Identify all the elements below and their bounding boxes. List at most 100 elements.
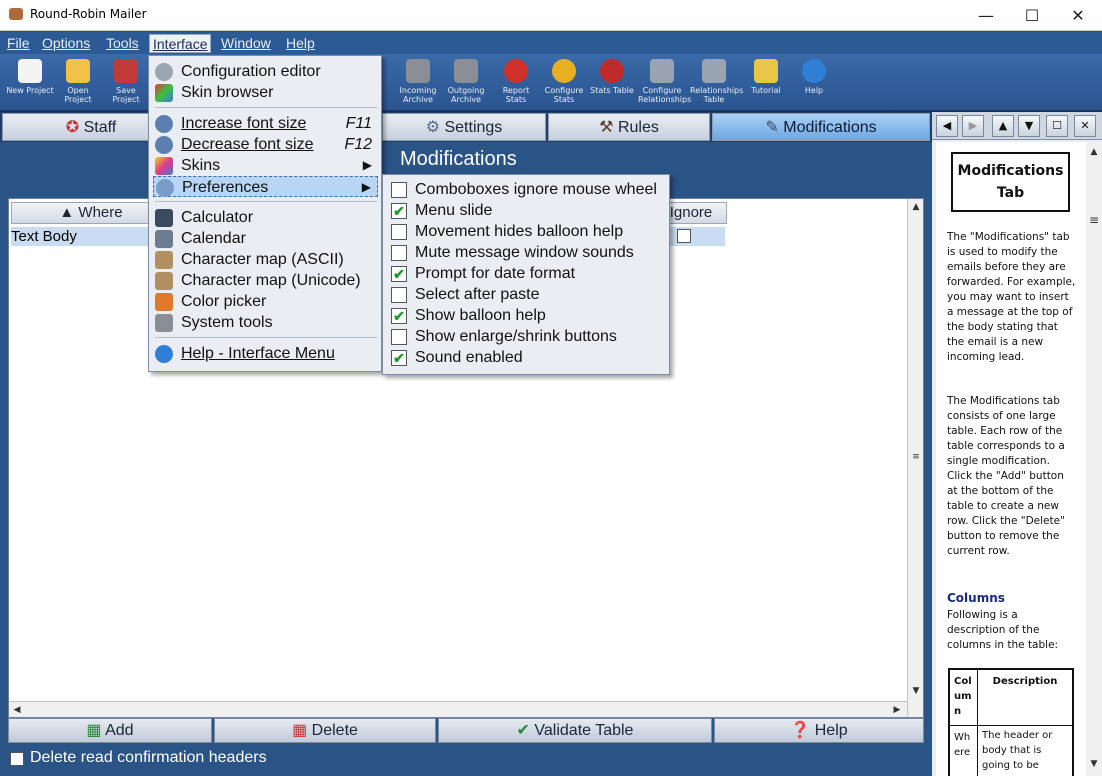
vertical-scrollbar[interactable]: ▲ ≡ ▼	[907, 199, 923, 717]
menu-item-color-picker[interactable]: Color picker	[153, 291, 378, 312]
pref-show-enlarge-shrink-buttons[interactable]: Show enlarge/shrink buttons	[389, 326, 667, 347]
new-project-button[interactable]: New Project	[6, 58, 54, 110]
checkbox[interactable]	[391, 224, 407, 240]
report-stats-button[interactable]: Report Stats	[492, 58, 540, 110]
scroll-left-icon[interactable]: ◀	[9, 702, 25, 718]
pref-movement-hides-balloon-help[interactable]: Movement hides balloon help	[389, 221, 667, 242]
help-paragraph-1: The "Modifications" tab is used to modif…	[947, 231, 1076, 363]
checkbox[interactable]	[391, 287, 407, 303]
save-project-icon	[114, 59, 138, 83]
configure-stats-label: Configure Stats	[544, 86, 584, 104]
help-scroll-up-icon[interactable]: ▲	[1086, 144, 1102, 160]
panel-down-icon[interactable]: ▼	[1018, 115, 1040, 137]
menu-item-calendar[interactable]: Calendar	[153, 228, 378, 249]
tutorial-button[interactable]: Tutorial	[742, 58, 790, 110]
tab-rules[interactable]: ⚒ Rules	[548, 113, 710, 141]
open-project-button[interactable]: Open Project	[54, 58, 102, 110]
configure-relationships-button[interactable]: Configure Relationships	[638, 58, 691, 110]
checkbox-checked[interactable]: ✔	[391, 203, 407, 219]
help-scroll-thumb[interactable]: ≡	[1086, 212, 1102, 228]
tab-modifications[interactable]: ✎ Modifications	[712, 113, 930, 141]
checkbox[interactable]	[391, 182, 407, 198]
menu-item-help-interface[interactable]: Help - Interface Menu	[153, 343, 378, 364]
horizontal-scrollbar[interactable]: ◀ ▶	[9, 701, 907, 717]
menu-item-decrease-font-size[interactable]: Decrease font size F12	[153, 134, 378, 155]
menu-window[interactable]: Window	[218, 34, 274, 53]
menu-item-skin-browser[interactable]: Skin browser	[153, 82, 378, 103]
menu-item-preferences[interactable]: Preferences ▶	[153, 176, 378, 197]
pref-mute-message-window-sounds[interactable]: Mute message window sounds	[389, 242, 667, 263]
pref-label: Select after paste	[415, 286, 540, 303]
configure-stats-button[interactable]: Configure Stats	[540, 58, 588, 110]
menu-file[interactable]: File	[4, 34, 33, 53]
delete-button[interactable]: ▦ Delete	[214, 718, 436, 743]
add-button[interactable]: ▦ Add	[8, 718, 212, 743]
pref-comboboxes-ignore-mouse-wheel[interactable]: Comboboxes ignore mouse wheel	[389, 179, 667, 200]
stats-table-button[interactable]: Stats Table	[588, 58, 636, 110]
pref-label: Prompt for date format	[415, 265, 576, 282]
help-scroll-down-icon[interactable]: ▼	[1086, 756, 1102, 772]
pref-menu-slide[interactable]: ✔ Menu slide	[389, 200, 667, 221]
scroll-up-icon[interactable]: ▲	[908, 199, 924, 215]
maximize-button[interactable]: ☐	[1009, 0, 1055, 31]
delete-headers-label: Delete read confirmation headers	[30, 749, 267, 766]
minimize-button[interactable]: —	[963, 0, 1009, 31]
checkbox-checked[interactable]: ✔	[391, 308, 407, 324]
delete-headers-option[interactable]: Delete read confirmation headers	[8, 748, 408, 770]
character-map-ascii-icon	[155, 251, 173, 269]
menu-options[interactable]: Options	[39, 34, 93, 53]
pref-show-balloon-help[interactable]: ✔ Show balloon help	[389, 305, 667, 326]
forward-icon[interactable]: ▶	[962, 115, 984, 137]
toolbar-help-button[interactable]: Help	[790, 58, 838, 110]
panel-up-icon[interactable]: ▲	[992, 115, 1014, 137]
help-icon	[802, 59, 826, 83]
skin-browser-icon	[155, 84, 173, 102]
outgoing-archive-button[interactable]: Outgoing Archive	[442, 58, 490, 110]
column-header-where[interactable]: ▲ Where	[11, 202, 171, 224]
app-icon	[9, 8, 23, 20]
help-scrollbar[interactable]: ▲ ≡ ▼	[1086, 142, 1102, 776]
scroll-right-icon[interactable]: ▶	[889, 702, 905, 718]
incoming-archive-button[interactable]: Incoming Archive	[394, 58, 442, 110]
add-icon: ▦	[86, 722, 106, 739]
pref-select-after-paste[interactable]: Select after paste	[389, 284, 667, 305]
sort-up-icon: ▲	[59, 204, 79, 221]
save-project-button[interactable]: Save Project	[102, 58, 150, 110]
menu-tools[interactable]: Tools	[103, 34, 142, 53]
panel-close-icon[interactable]: ✕	[1074, 115, 1096, 137]
menu-bar: File Options Tools Interface Window Help	[0, 32, 1102, 54]
configure-relationships-label: Configure Relationships	[638, 86, 692, 104]
menu-item-increase-font-size[interactable]: Increase font size F11	[153, 113, 378, 134]
menu-item-skins[interactable]: Skins ▶	[153, 155, 378, 176]
submenu-arrow-icon: ▶	[361, 180, 371, 194]
cell-where[interactable]: Text Body	[11, 227, 77, 246]
close-button[interactable]: ✕	[1055, 0, 1101, 31]
system-tools-icon	[155, 314, 173, 332]
help-button[interactable]: ❓ Help	[714, 718, 924, 743]
menu-item-system-tools[interactable]: System tools	[153, 312, 378, 333]
cell-ignore-checkbox[interactable]	[677, 229, 691, 243]
menu-item-configuration-editor[interactable]: Configuration editor	[153, 61, 378, 82]
pref-prompt-for-date-format[interactable]: ✔ Prompt for date format	[389, 263, 667, 284]
menu-item-character-map-ascii[interactable]: Character map (ASCII)	[153, 249, 378, 270]
panel-maximize-icon[interactable]: ☐	[1046, 115, 1068, 137]
checkbox[interactable]	[391, 245, 407, 261]
menu-help[interactable]: Help	[283, 34, 318, 53]
menu-item-character-map-unicode[interactable]: Character map (Unicode)	[153, 270, 378, 291]
checkbox-checked[interactable]: ✔	[391, 350, 407, 366]
help-button-label: Help	[814, 722, 848, 739]
pref-sound-enabled[interactable]: ✔ Sound enabled	[389, 347, 667, 368]
menu-interface[interactable]: Interface	[149, 34, 212, 53]
checkbox-checked[interactable]: ✔	[391, 266, 407, 282]
relationships-table-button[interactable]: Relationships Table	[690, 58, 743, 110]
column-header-where-label: Where	[78, 204, 123, 221]
tab-settings[interactable]: ⚙ Settings	[382, 113, 546, 141]
scroll-grip-icon[interactable]: ≡	[908, 449, 924, 465]
validate-table-button[interactable]: ✔ Validate Table	[438, 718, 712, 743]
menu-item-calculator[interactable]: Calculator	[153, 207, 378, 228]
back-icon[interactable]: ◀	[936, 115, 958, 137]
tab-bar: ✪ Staff ⚙ Settings ⚒ Rules ✎ Modificatio…	[0, 112, 932, 142]
delete-headers-checkbox[interactable]	[10, 752, 24, 766]
checkbox[interactable]	[391, 329, 407, 345]
scroll-down-icon[interactable]: ▼	[908, 683, 924, 699]
